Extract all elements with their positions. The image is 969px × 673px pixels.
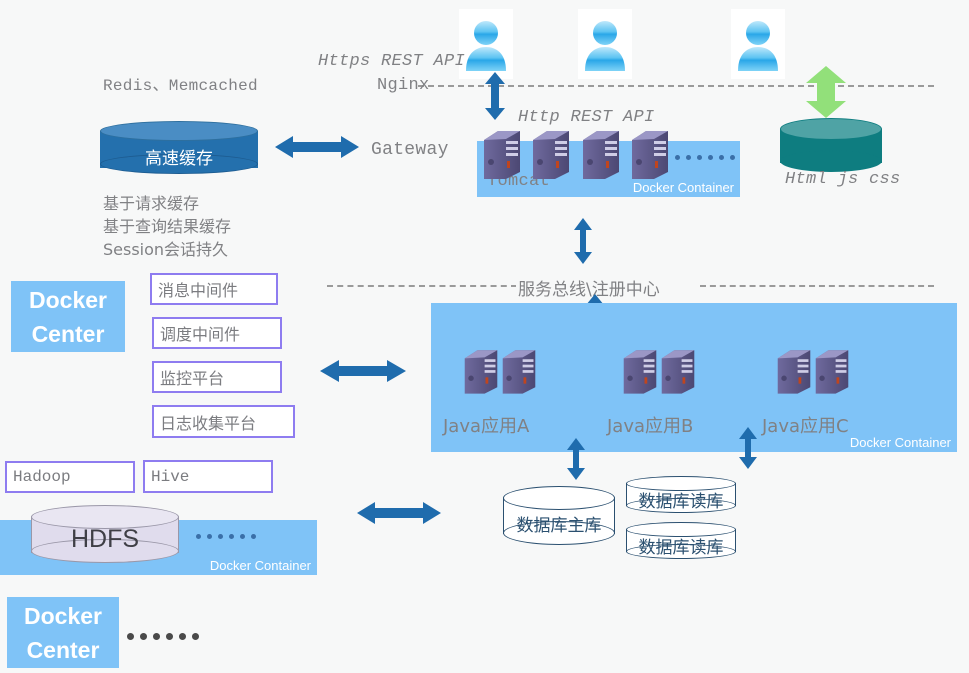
replica-database-label-1: 数据库读库 (638, 492, 724, 512)
java-app-c-label: Java应用C (762, 416, 849, 437)
server-icon-tomcat-4 (629, 128, 671, 185)
user-glyph-icon (585, 21, 625, 71)
docker-center-badge-bottom: Docker Center (7, 597, 119, 668)
replica-database-cylinder-2: 数据库读库 (626, 522, 736, 560)
master-database-cylinder: 数据库主库 (503, 486, 615, 546)
server-glyph-icon (815, 350, 849, 394)
https-rest-api-label: Https REST API (318, 52, 466, 71)
server-glyph-icon (661, 350, 695, 394)
user-glyph-icon (466, 21, 506, 71)
docker-center-top-line2: Center (31, 320, 105, 347)
server-glyph-icon (502, 350, 536, 394)
hdfs-cylinder: HDFS (31, 505, 179, 565)
server-glyph-icon (777, 350, 811, 394)
arrow-bigdata-to-java (357, 499, 441, 527)
cache-cylinder-label: 高速缓存 (145, 149, 213, 169)
nginx-label: Nginx (377, 76, 430, 95)
double-arrow-horizontal-icon (357, 502, 441, 524)
docker-center-more-dots (127, 633, 199, 640)
docker-center-bottom-line2: Center (26, 636, 100, 663)
bigdata-box-hive-label: Hive (151, 467, 190, 486)
server-glyph-icon (484, 131, 520, 179)
server-icon-java-a-2 (500, 347, 538, 400)
server-icon-java-a-1 (462, 347, 500, 400)
static-resource-cylinder (780, 118, 882, 172)
cache-note-2: 基于查询结果缓存 (103, 217, 232, 236)
double-arrow-vertical-icon (567, 438, 585, 480)
server-glyph-icon (632, 131, 668, 179)
redis-memcached-label: Redis、Memcached (103, 77, 258, 95)
java-app-a-label: Java应用A (443, 416, 530, 437)
service-bus-line-left (327, 285, 517, 287)
arrow-user-to-tomcat (484, 72, 506, 120)
http-rest-api-label: Http REST API (518, 108, 655, 127)
double-arrow-vertical-icon (485, 72, 505, 120)
bigdata-box-hive[interactable]: Hive (143, 460, 273, 493)
middleware-box-message[interactable]: 消息中间件 (150, 273, 278, 305)
middleware-box-scheduler[interactable]: 调度中间件 (152, 317, 282, 349)
server-icon-tomcat-3 (580, 128, 622, 185)
user-icon-1 (459, 9, 513, 79)
server-glyph-icon (464, 350, 498, 394)
java-docker-container-label: Docker Container (849, 435, 951, 450)
middleware-box-logging[interactable]: 日志收集平台 (152, 405, 295, 438)
docker-center-top-line1: Docker (29, 286, 107, 313)
tomcat-more-dots (675, 155, 735, 160)
server-icon-java-c-1 (775, 347, 813, 400)
middleware-box-monitoring-label: 监控平台 (160, 369, 225, 388)
replica-database-cylinder-1: 数据库读库 (626, 476, 736, 514)
html-js-css-label: Html js css (785, 170, 901, 189)
double-arrow-vertical-icon (574, 218, 592, 264)
user-glyph-icon (738, 21, 778, 71)
double-arrow-vertical-green-icon (806, 66, 846, 118)
master-database-label: 数据库主库 (516, 516, 602, 536)
java-app-b-label: Java应用B (607, 416, 694, 437)
gateway-label: Gateway (371, 140, 449, 160)
arrow-tomcat-to-bus (573, 218, 593, 264)
arrow-java-to-master-db (566, 438, 586, 480)
double-arrow-vertical-icon (739, 427, 757, 469)
server-icon-java-b-1 (621, 347, 659, 400)
arrow-middleware-to-java (320, 357, 406, 385)
hdfs-cylinder-label: HDFS (70, 525, 140, 553)
replica-database-label-2: 数据库读库 (638, 538, 724, 558)
cache-cylinder: 高速缓存 (100, 121, 258, 174)
server-icon-tomcat-1 (481, 128, 523, 185)
double-arrow-horizontal-icon (320, 360, 406, 382)
server-icon-tomcat-2 (530, 128, 572, 185)
hdfs-more-dots (196, 534, 256, 539)
arrow-java-to-replica-db (738, 427, 758, 469)
docker-center-bottom-line1: Docker (24, 602, 102, 629)
server-icon-java-b-2 (659, 347, 697, 400)
server-icon-java-c-2 (813, 347, 851, 400)
server-glyph-icon (583, 131, 619, 179)
middleware-box-scheduler-label: 调度中间件 (160, 325, 241, 344)
bigdata-box-hadoop[interactable]: Hadoop (5, 461, 135, 493)
user-icon-2 (578, 9, 632, 79)
arrow-cache-to-gateway (275, 133, 359, 161)
middleware-box-logging-label: 日志收集平台 (160, 413, 257, 433)
cache-note-1: 基于请求缓存 (103, 194, 200, 213)
bigdata-box-hadoop-label: Hadoop (13, 468, 71, 486)
middleware-box-message-label: 消息中间件 (158, 281, 239, 300)
docker-center-badge-top: Docker Center (11, 281, 125, 352)
hdfs-docker-container-label: Docker Container (209, 558, 311, 573)
user-icon-3 (731, 9, 785, 79)
server-glyph-icon (533, 131, 569, 179)
arrow-user-to-static (804, 66, 848, 118)
middleware-box-monitoring[interactable]: 监控平台 (152, 361, 282, 393)
service-bus-line-right (700, 285, 934, 287)
cache-note-3: Session会话持久 (103, 240, 229, 259)
double-arrow-horizontal-icon (275, 136, 359, 158)
server-glyph-icon (623, 350, 657, 394)
